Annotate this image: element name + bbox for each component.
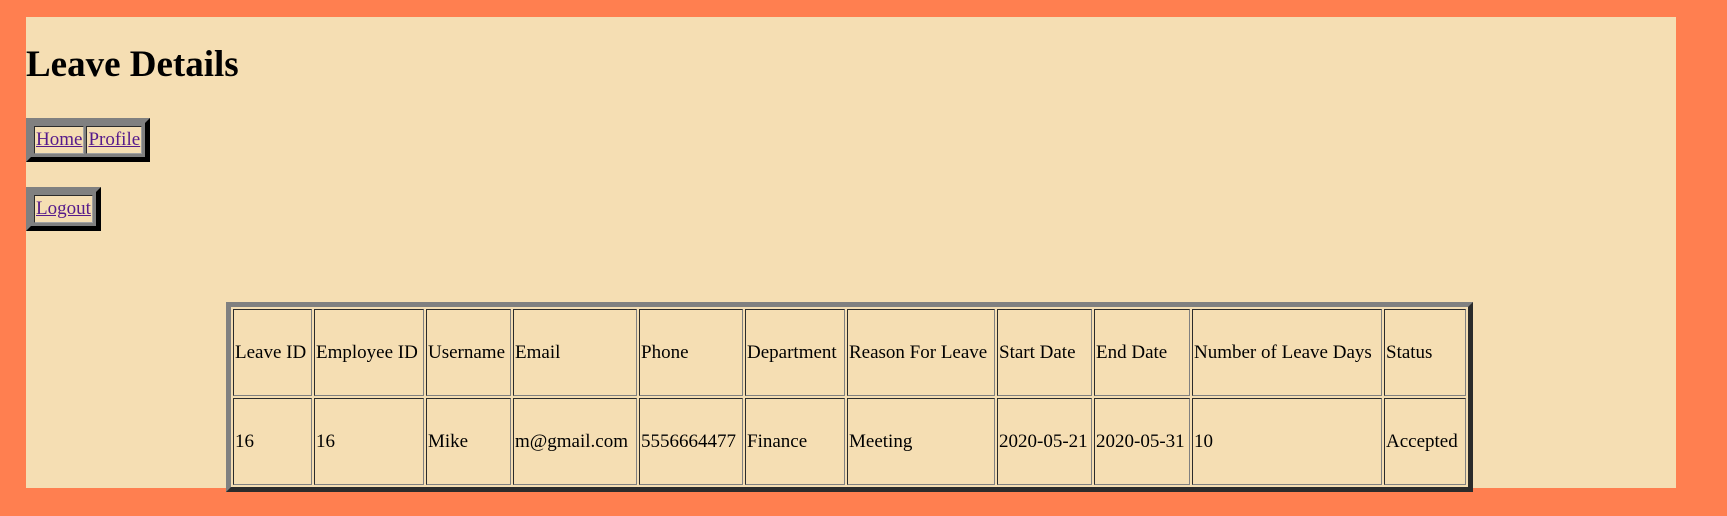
header-phone: Phone bbox=[639, 309, 743, 396]
main-nav: Home Profile bbox=[26, 118, 151, 162]
cell-status: Accepted bbox=[1384, 398, 1466, 485]
header-department: Department bbox=[745, 309, 845, 396]
cell-leave-days: 10 bbox=[1192, 398, 1382, 485]
header-employee-id: Employee ID bbox=[314, 309, 424, 396]
header-leave-id: Leave ID bbox=[233, 309, 312, 396]
leave-table: Leave ID Employee ID Username Email Phon… bbox=[226, 302, 1473, 492]
header-start-date: Start Date bbox=[997, 309, 1092, 396]
cell-start-date: 2020-05-21 bbox=[997, 398, 1092, 485]
page-title: Leave Details bbox=[26, 44, 239, 85]
header-username: Username bbox=[426, 309, 511, 396]
page-content: Leave Details Home Profile Logout Leave … bbox=[26, 17, 1676, 492]
header-status: Status bbox=[1384, 309, 1466, 396]
profile-link[interactable]: Profile bbox=[86, 126, 143, 154]
cell-department: Finance bbox=[745, 398, 845, 485]
logout-link[interactable]: Logout bbox=[34, 195, 93, 223]
header-leave-days: Number of Leave Days bbox=[1192, 309, 1382, 396]
header-reason: Reason For Leave bbox=[847, 309, 995, 396]
cell-employee-id: 16 bbox=[314, 398, 424, 485]
header-end-date: End Date bbox=[1094, 309, 1190, 396]
cell-username: Mike bbox=[426, 398, 511, 485]
header-email: Email bbox=[513, 309, 637, 396]
cell-reason: Meeting bbox=[847, 398, 995, 485]
home-link[interactable]: Home bbox=[34, 126, 85, 154]
cell-end-date: 2020-05-31 bbox=[1094, 398, 1190, 485]
cell-phone: 5556664477 bbox=[639, 398, 743, 485]
table-row: 16 16 Mike m@gmail.com 5556664477 Financ… bbox=[233, 398, 1466, 485]
cell-leave-id: 16 bbox=[233, 398, 312, 485]
table-header-row: Leave ID Employee ID Username Email Phon… bbox=[233, 309, 1466, 396]
logout-nav: Logout bbox=[26, 187, 101, 231]
cell-email: m@gmail.com bbox=[513, 398, 637, 485]
